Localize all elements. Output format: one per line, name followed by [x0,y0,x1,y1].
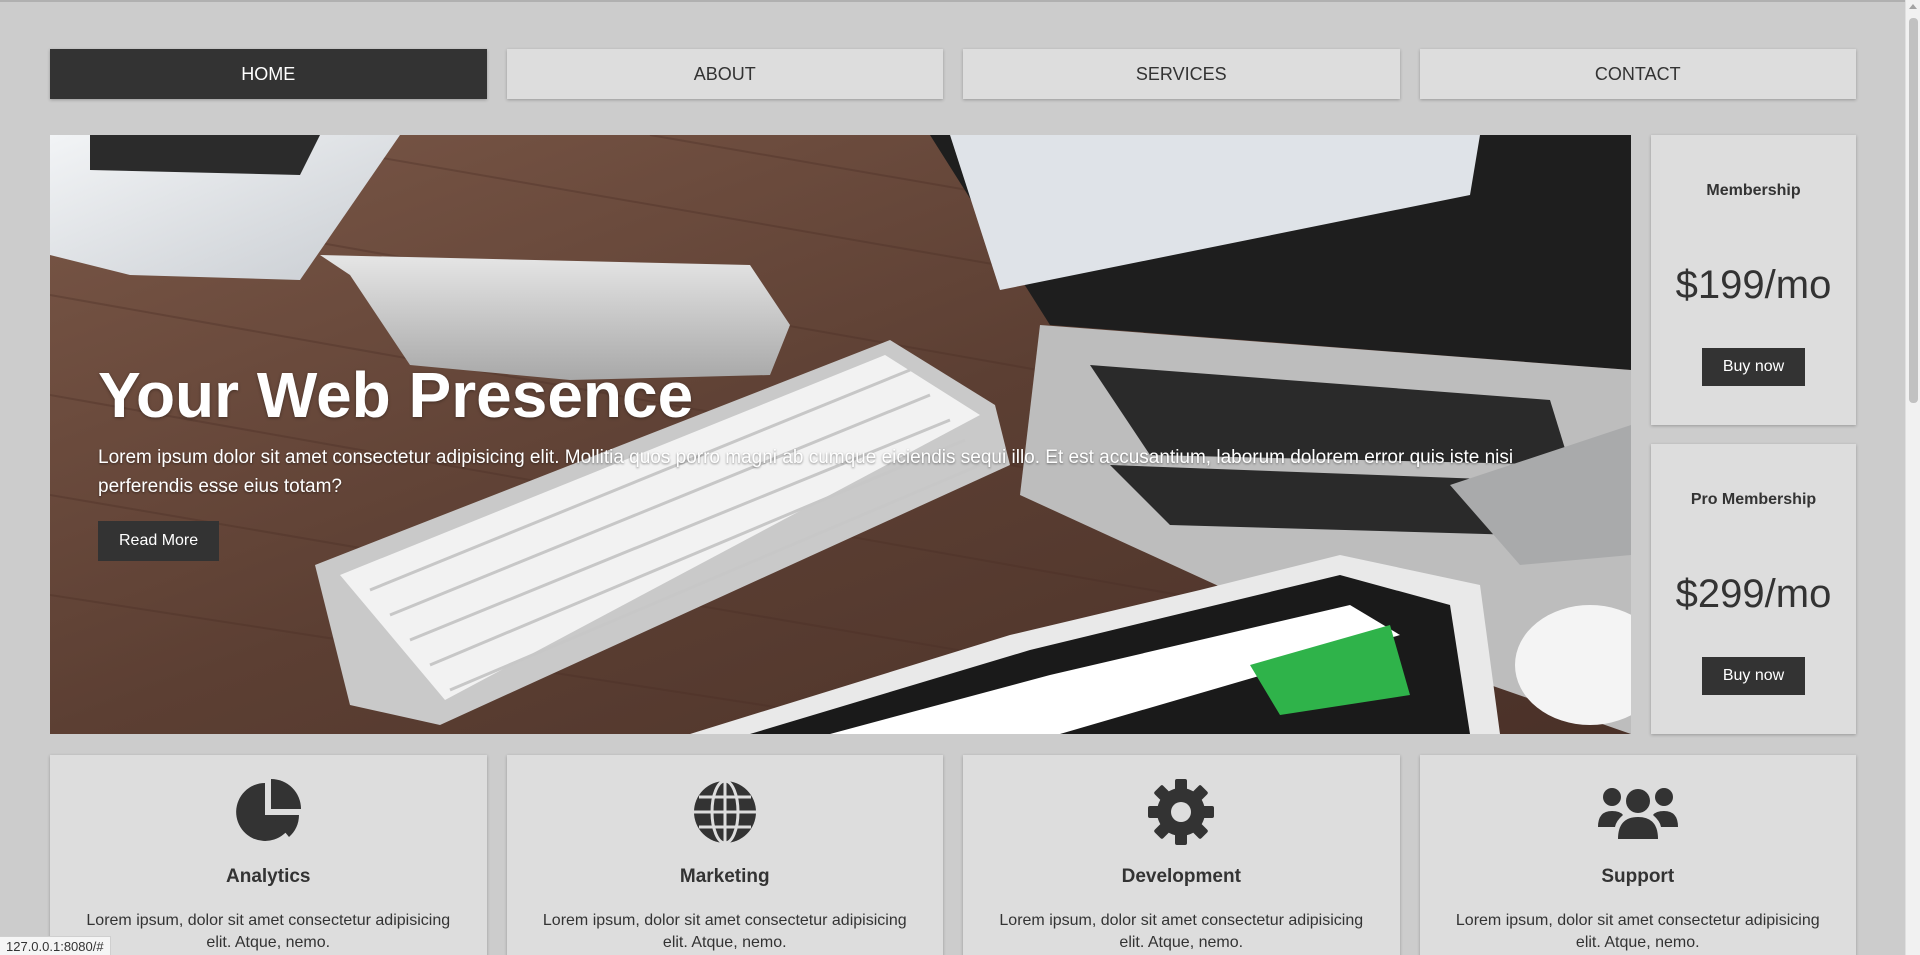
services-row: Analytics Lorem ipsum, dolor sit amet co… [50,755,1856,955]
main-nav: HOME ABOUT SERVICES CONTACT [50,49,1856,99]
service-description: Lorem ipsum, dolor sit amet consectetur … [542,912,907,952]
service-card-analytics: Analytics Lorem ipsum, dolor sit amet co… [50,755,487,955]
top-border [0,0,1905,2]
service-description: Lorem ipsum, dolor sit amet consectetur … [1455,912,1820,952]
scroll-up-arrow-icon[interactable] [1909,4,1917,9]
buy-now-button[interactable]: Buy now [1701,348,1806,386]
vertical-scrollbar[interactable] [1905,0,1920,955]
nav-about[interactable]: ABOUT [506,49,943,99]
page: HOME ABOUT SERVICES CONTACT Your Web Pre… [0,0,1920,955]
pricing-card-pro-membership: Pro Membership $299/mo Buy now [1651,444,1856,734]
service-title: Support [1601,866,1675,887]
cog-icon [1146,777,1216,847]
service-card-marketing: Marketing Lorem ipsum, dolor sit amet co… [506,755,943,955]
service-title: Development [1121,866,1241,887]
hero-content: Your Web Presence Lorem ipsum dolor sit … [98,359,1598,562]
chart-pie-icon [233,777,303,847]
pricing-card-membership: Membership $199/mo Buy now [1651,135,1856,425]
service-title: Marketing [679,866,770,887]
scrollbar-thumb[interactable] [1909,18,1918,403]
service-card-support: Support Lorem ipsum, dolor sit amet cons… [1419,755,1856,955]
hero-description: Lorem ipsum dolor sit amet consectetur a… [98,447,1514,497]
hero-showcase: Your Web Presence Lorem ipsum dolor sit … [50,135,1631,734]
pricing-price: $199/mo [1675,263,1832,307]
service-description: Lorem ipsum, dolor sit amet consectetur … [86,912,451,952]
service-description: Lorem ipsum, dolor sit amet consectetur … [999,912,1364,952]
nav-contact[interactable]: CONTACT [1419,49,1856,99]
pricing-price: $299/mo [1675,572,1832,616]
nav-services[interactable]: SERVICES [963,49,1400,99]
pricing-title: Pro Membership [1690,491,1817,508]
users-icon [1596,777,1680,847]
service-title: Analytics [226,866,311,887]
globe-icon [690,777,760,847]
read-more-button[interactable]: Read More [98,521,220,562]
buy-now-button[interactable]: Buy now [1701,657,1806,695]
hero-title: Your Web Presence [98,359,694,431]
status-bar-url: 127.0.0.1:8080/# [0,936,111,955]
nav-home[interactable]: HOME [50,49,487,99]
service-card-development: Development Lorem ipsum, dolor sit amet … [963,755,1400,955]
pricing-title: Membership [1706,182,1801,199]
